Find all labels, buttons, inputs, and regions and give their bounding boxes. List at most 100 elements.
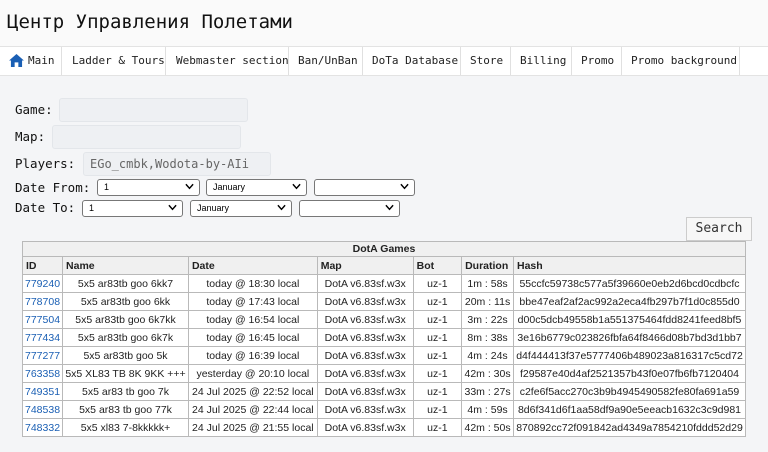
table-row: 748332 5x5 xl83 7-8kkkkk+ 24 Jul 2025 @ 21… [21,418,746,437]
date-from-month-select[interactable]: January [206,179,307,196]
game-id-link[interactable]: 777504 [25,314,60,326]
nav-item-store[interactable]: Store [461,47,511,75]
players-label: Players: [15,156,76,171]
cell-date: 24 Jul 2025 @ 22:44 local [187,400,318,419]
cell-id: 748332 [21,418,64,437]
cell-hash: c2fe6f5acc270c3b9b4945490582fe80fa691a59 [513,382,746,401]
cell-bot: uz-1 [412,418,463,437]
cell-bot: uz-1 [412,274,463,293]
nav-item-main[interactable]: Main [0,47,62,75]
date-to-label: Date To: [15,200,76,215]
cell-map: DotA v6.83sf.w3x [316,328,414,347]
game-id-link[interactable]: 763358 [25,368,60,380]
cell-hash: d00c5dcb49558b1a551375464fdd8241feed8bf5 [513,310,746,329]
game-label: Game: [15,102,53,117]
cell-date: today @ 16:45 local [187,328,318,347]
table-row: 777434 5x5 ar83tb goo 6k7k today @ 16:45 l… [21,328,746,347]
cell-hash: 8d6f341d6f1aa58df9a90e5eeacb1632c3c9d981 [513,400,746,419]
map-label: Map: [15,129,46,144]
nav-item-label: Webmaster section [176,54,289,67]
nav-item-promo[interactable]: Promo [572,47,622,75]
table-row: 777504 5x5 ar83tb goo 6k7kk today @ 16:54 … [21,310,746,329]
cell-date: today @ 16:39 local [187,346,318,365]
cell-bot: uz-1 [412,292,463,311]
page-title: Центр Управления Полетами [7,11,293,33]
cell-name: 5x5 ar83 tb goo 7k [62,382,189,401]
cell-bot: uz-1 [412,346,463,365]
table-row: 749351 5x5 ar83 tb goo 7k 24 Jul 2025 @ 22… [21,382,746,401]
game-id-link[interactable]: 779240 [25,278,60,290]
column-header-hash: Hash [513,256,746,275]
select-value: 1 [89,203,95,213]
cell-name: 5x5 ar83tb goo 5k [62,346,189,365]
game-input[interactable] [59,98,248,122]
table-header-row: ID Name Date Map Bot Duration Hash [21,256,746,275]
header-bar: Центр Управления Полетами [0,0,768,46]
nav-item-promo-background[interactable]: Promo background [622,47,740,75]
game-id-link[interactable]: 777277 [25,350,60,362]
cell-id: 777277 [21,346,64,365]
date-from-year-select[interactable] [314,179,415,196]
players-input[interactable]: EGo_cmbk,Wodota-by-AIi [83,152,271,176]
nav-item-label: Store [470,54,504,67]
table-row: 748538 5x5 ar83 tb goo 77k 24 Jul 2025 @ 2… [21,400,746,419]
cell-date: 24 Jul 2025 @ 22:52 local [187,382,318,401]
cell-hash: d4f444413f37e5777406b489023a816317c5cd72 [513,346,746,365]
nav-item-label: Billing [520,54,567,67]
cell-map: DotA v6.83sf.w3x [316,346,414,365]
date-from-day-select[interactable]: 1 [97,179,200,196]
chevron-down-icon [277,204,286,211]
column-header-duration: Duration [461,256,514,275]
select-value: January [197,203,230,213]
date-to-year-select[interactable] [299,200,400,217]
column-header-id: ID [21,256,64,275]
cell-duration: 4m : 59s [461,400,514,419]
cell-hash: f29587e40d4af2521357b43f0e07fb6fb7120404 [513,364,746,383]
cell-map: DotA v6.83sf.w3x [316,364,414,383]
chevron-down-icon [168,204,177,211]
game-id-link[interactable]: 748332 [25,422,60,434]
cell-hash: 3e16b6779c023826fbfa64f8466d08b7bd3d1bb7 [513,328,746,347]
game-id-link[interactable]: 778708 [25,296,60,308]
date-to-day-select[interactable]: 1 [82,200,183,217]
cell-duration: 42m : 50s [461,418,514,437]
cell-name: 5x5 ar83tb goo 6kk [62,292,189,311]
cell-duration: 33m : 27s [461,382,514,401]
nav-item-ban-unban[interactable]: Ban/UnBan [289,47,363,75]
nav-item-ladder-tours[interactable]: Ladder & Tours [62,47,166,75]
date-to-month-select[interactable]: January [190,200,292,217]
table-row: 777277 5x5 ar83tb goo 5k today @ 16:39 loc… [21,346,746,365]
column-header-name: Name [62,256,189,275]
nav-item-dota-database[interactable]: DoTa Database [363,47,461,75]
cell-map: DotA v6.83sf.w3x [316,418,414,437]
cell-name: 5x5 XL83 TB 8K 9KK +++ [62,364,189,383]
cell-duration: 3m : 22s [461,310,514,329]
game-id-link[interactable]: 748538 [25,404,60,416]
table-row: 778708 5x5 ar83tb goo 6kk today @ 17:43 lo… [21,292,746,311]
game-id-link[interactable]: 749351 [25,386,60,398]
cell-map: DotA v6.83sf.w3x [316,400,414,419]
cell-id: 779240 [21,274,64,293]
cell-map: DotA v6.83sf.w3x [316,382,414,401]
game-id-link[interactable]: 777434 [25,332,60,344]
cell-duration: 1m : 58s [461,274,514,293]
table-row: 763358 5x5 XL83 TB 8K 9KK +++ yesterday @ … [21,364,746,383]
nav-item-label: Promo [581,54,615,67]
cell-date: 24 Jul 2025 @ 21:55 local [187,418,318,437]
cell-map: DotA v6.83sf.w3x [316,310,414,329]
nav-item-webmaster[interactable]: Webmaster section [166,47,289,75]
cell-hash: 55ccfc59738c577a5f39660e0eb2d6bcd0cdbcfc [513,274,746,293]
cell-map: DotA v6.83sf.w3x [316,274,414,293]
nav-item-label: Main [28,54,55,67]
cell-duration: 4m : 24s [461,346,514,365]
date-from-label: Date From: [15,180,91,195]
main-nav: Main Ladder & Tours Webmaster section Ba… [0,46,768,76]
cell-name: 5x5 xl83 7-8kkkkk+ [62,418,189,437]
nav-item-billing[interactable]: Billing [511,47,572,75]
chevron-down-icon [292,183,301,190]
cell-id: 778708 [21,292,64,311]
cell-bot: uz-1 [412,400,463,419]
cell-bot: uz-1 [412,382,463,401]
search-button[interactable]: Search [686,217,752,241]
map-input[interactable] [52,125,241,149]
